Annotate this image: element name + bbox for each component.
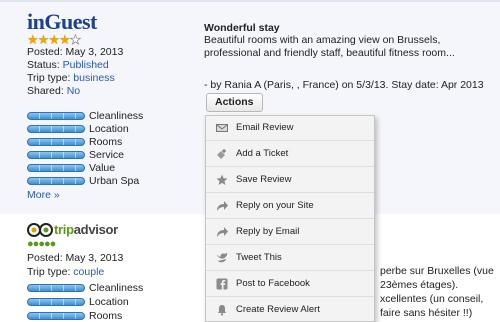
review-body-fragment: faire sans hésiter !!)	[380, 307, 473, 319]
more-link[interactable]: More »	[27, 189, 60, 202]
criteria-bar-cleanliness	[27, 284, 85, 292]
review-body-fragment: xcellentes (un conseil,	[380, 293, 484, 305]
menu-item-reply-by-email[interactable]: Reply by Email	[206, 220, 374, 245]
trip-type-line: Trip type: couple	[27, 266, 105, 278]
review-body-fragment: 23èmes étages).	[380, 279, 459, 291]
criteria-bar-location	[27, 298, 85, 306]
criteria-bar-urban-spa	[27, 177, 85, 185]
trip-type-link[interactable]: business	[73, 72, 114, 84]
star-icon: ★	[48, 32, 60, 47]
criteria-label: Location	[89, 296, 129, 308]
criteria-bar-location	[27, 125, 85, 133]
posted-date: Posted: May 3, 2013	[27, 46, 124, 58]
menu-item-reply-on-site[interactable]: Reply on your Site	[206, 194, 374, 219]
star-icon: ★	[27, 32, 39, 47]
criteria-label: Cleanliness	[89, 110, 144, 122]
trip-type-link[interactable]: couple	[73, 266, 104, 278]
menu-item-create-review-alert[interactable]: Create Review Alert	[206, 298, 374, 322]
status-link[interactable]: Published	[63, 59, 109, 71]
shared-line: Shared: No	[27, 85, 81, 97]
shared-link[interactable]: No	[67, 85, 80, 97]
criteria-label: Value	[89, 162, 116, 174]
criteria-bar-value	[27, 164, 85, 172]
facebook-icon	[216, 278, 228, 290]
star-rating: ★★★★★	[27, 32, 82, 47]
status-line: Status: Published	[27, 59, 109, 71]
criteria-bar-rooms	[27, 312, 85, 320]
actions-dropdown-menu: Email Review Add a Ticket Save Review Re…	[205, 115, 375, 322]
menu-item-tweet-this[interactable]: Tweet This	[206, 246, 374, 271]
criteria-label: Service	[89, 149, 125, 161]
menu-item-add-ticket[interactable]: Add a Ticket	[206, 142, 374, 167]
review-body-fragment: perbe sur Bruxelles (vue	[380, 265, 494, 277]
criteria-bar-cleanliness	[27, 112, 85, 120]
bubble-rating: ●●●●●	[27, 238, 57, 250]
menu-item-email-review[interactable]: Email Review	[206, 116, 374, 141]
criteria-label: Location	[89, 123, 129, 135]
criteria-label: Rooms	[89, 310, 123, 322]
envelope-icon	[216, 124, 228, 132]
review-byline: - by Rania A (Paris, , France) on 5/3/13…	[204, 79, 484, 91]
criteria-bar-rooms	[27, 138, 85, 146]
star-icon	[216, 174, 228, 185]
star-icon: ★	[37, 32, 50, 47]
menu-item-save-review[interactable]: Save Review	[206, 168, 374, 193]
review-body: Beautiful rooms with an amazing view on …	[204, 34, 455, 59]
owl-icon	[27, 223, 53, 237]
criteria-label: Rooms	[89, 136, 123, 148]
star-icon: ★	[58, 32, 71, 47]
posted-date: Posted: May 3, 2013	[27, 252, 124, 264]
criteria-label: Urban Spa	[89, 175, 140, 187]
trip-type-line: Trip type: business	[27, 72, 115, 84]
reply-arrow-icon	[217, 201, 228, 211]
rating-bubble-icon: ●	[49, 238, 57, 250]
twitter-bird-icon	[216, 252, 228, 263]
actions-button[interactable]: Actions	[206, 93, 263, 112]
empty-star-icon: ★	[69, 32, 81, 47]
bell-icon	[217, 305, 227, 316]
review-title: Wonderful stay	[204, 22, 280, 34]
reply-arrow-icon	[217, 227, 228, 237]
criteria-label: Cleanliness	[89, 282, 144, 294]
criteria-bar-service	[27, 151, 85, 159]
ticket-icon	[217, 149, 226, 159]
menu-item-post-to-facebook[interactable]: Post to Facebook	[206, 272, 374, 297]
